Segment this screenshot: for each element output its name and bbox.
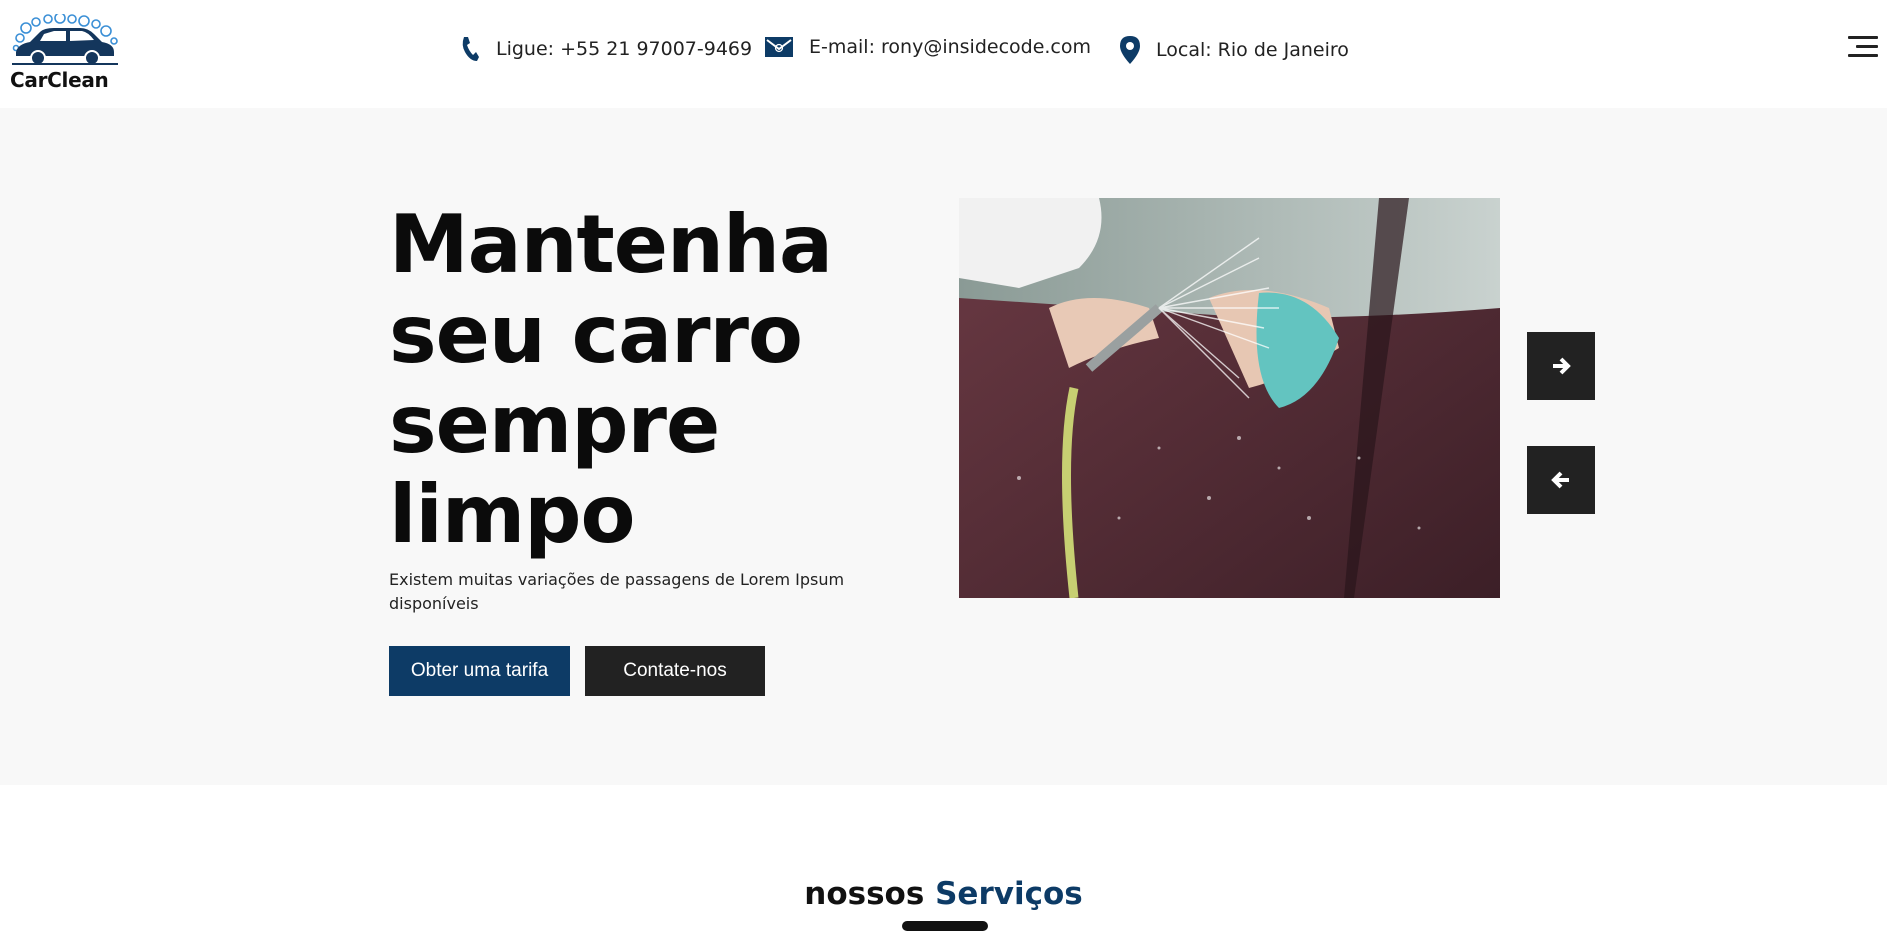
hero-title: Mantenha seu carro sempre limpo	[389, 198, 833, 561]
arrow-right-icon	[1553, 357, 1571, 375]
get-quote-button[interactable]: Obter uma tarifa	[389, 646, 570, 696]
contact-phone[interactable]: Ligue: +55 21 97007-9469	[460, 36, 752, 62]
menu-line	[1848, 54, 1878, 57]
hamburger-menu-icon[interactable]	[1848, 36, 1878, 58]
email-text: E-mail: rony@insidecode.com	[809, 36, 1092, 58]
contact-email[interactable]: E-mail: rony@insidecode.com	[765, 36, 1091, 58]
car-wash-logo-icon	[12, 14, 118, 66]
phone-text: Ligue: +55 21 97007-9469	[496, 38, 753, 60]
hero-subtitle: Existem muitas variações de passagens de…	[389, 570, 845, 613]
carousel-prev-button[interactable]	[1527, 446, 1595, 514]
contact-location[interactable]: Local: Rio de Janeiro	[1120, 36, 1349, 64]
services-title: nossos Serviços	[0, 876, 1887, 912]
hero-car-wash-image	[959, 198, 1500, 598]
services-title-prefix: nossos	[804, 876, 925, 912]
services-title-accent: Serviços	[935, 876, 1083, 912]
brand-name: CarClean	[10, 68, 109, 92]
envelope-icon	[765, 37, 793, 57]
map-pin-icon	[1120, 36, 1140, 64]
contact-us-button[interactable]: Contate-nos	[585, 646, 765, 696]
logo[interactable]: CarClean	[10, 14, 120, 94]
site-header: CarClean Ligue: +55 21 97007-9469 E-mail…	[0, 0, 1887, 108]
menu-line	[1856, 45, 1878, 48]
carousel-next-button[interactable]	[1527, 332, 1595, 400]
hero-section: Mantenha seu carro sempre limpo Existem …	[0, 108, 1887, 785]
phone-icon	[460, 36, 480, 62]
menu-line	[1848, 36, 1878, 39]
section-underline	[902, 921, 988, 931]
location-text: Local: Rio de Janeiro	[1156, 39, 1349, 61]
arrow-left-icon	[1551, 471, 1569, 489]
